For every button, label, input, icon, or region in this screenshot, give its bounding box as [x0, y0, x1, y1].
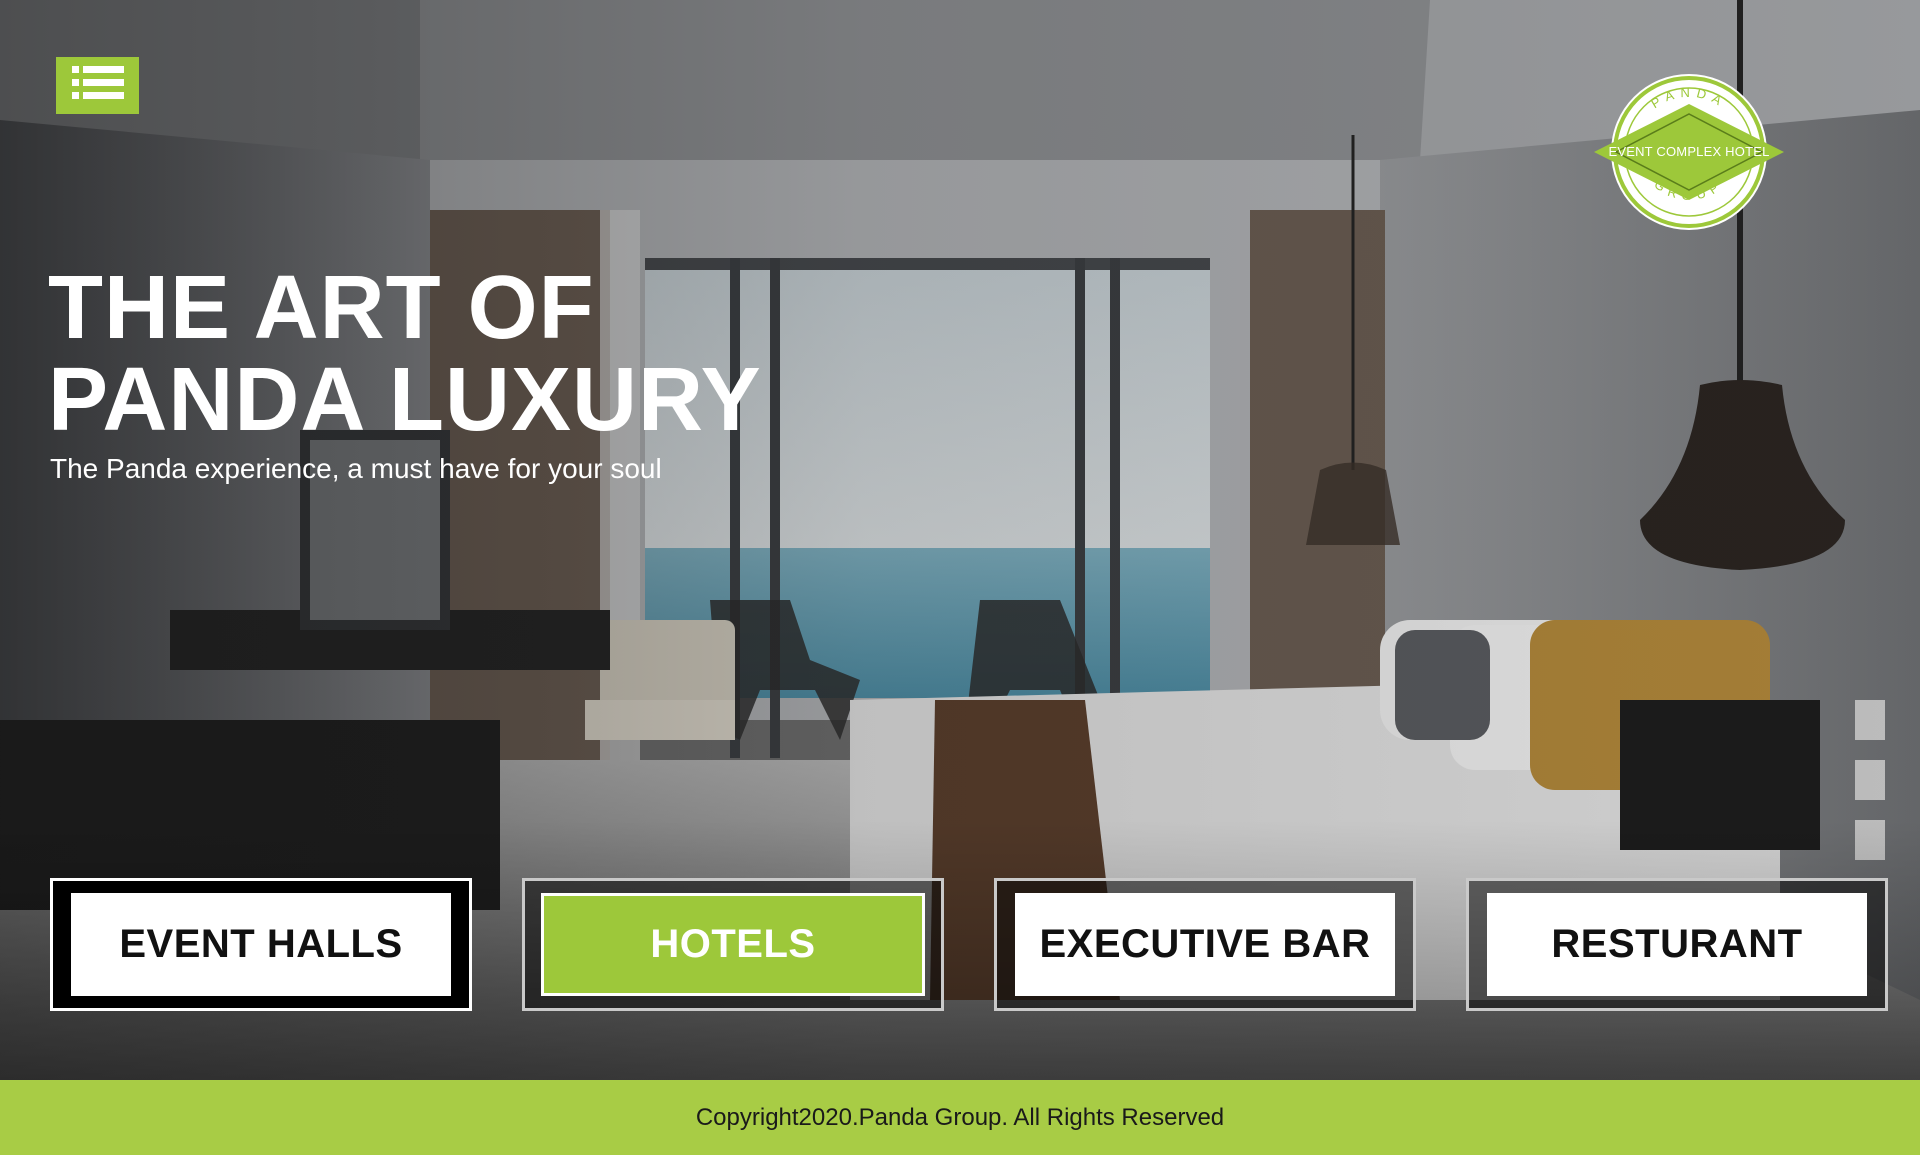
footer: Copyright2020.Panda Group. All Rights Re…	[0, 1080, 1920, 1155]
copyright-text: Copyright2020.Panda Group. All Rights Re…	[695, 1103, 1225, 1131]
hotels-label: HOTELS	[541, 893, 925, 996]
panda-logo[interactable]: PANDA GROUP EVENT COMPLEX HOTEL	[1594, 70, 1784, 235]
list-icon	[71, 64, 124, 107]
event-halls-button[interactable]: EVENT HALLS	[50, 878, 472, 1011]
hero-title-line2: PANDA LUXURY	[48, 350, 762, 450]
page: PANDA GROUP EVENT COMPLEX HOTEL THE ART …	[0, 0, 1920, 1155]
resturant-label: RESTURANT	[1487, 893, 1867, 996]
executive-bar-button[interactable]: EXECUTIVE BAR	[994, 878, 1416, 1011]
hero-subtitle: The Panda experience, a must have for yo…	[50, 453, 662, 484]
event-halls-label: EVENT HALLS	[71, 893, 451, 996]
hero-title-line1: THE ART OF	[48, 258, 595, 358]
executive-bar-label: EXECUTIVE BAR	[1015, 893, 1395, 996]
logo-center-text: EVENT COMPLEX HOTEL	[1608, 144, 1770, 159]
resturant-button[interactable]: RESTURANT	[1466, 878, 1888, 1011]
menu-button[interactable]	[56, 57, 139, 114]
hero-title: THE ART OF PANDA LUXURY	[48, 262, 762, 446]
hotels-button[interactable]: HOTELS	[522, 878, 944, 1011]
